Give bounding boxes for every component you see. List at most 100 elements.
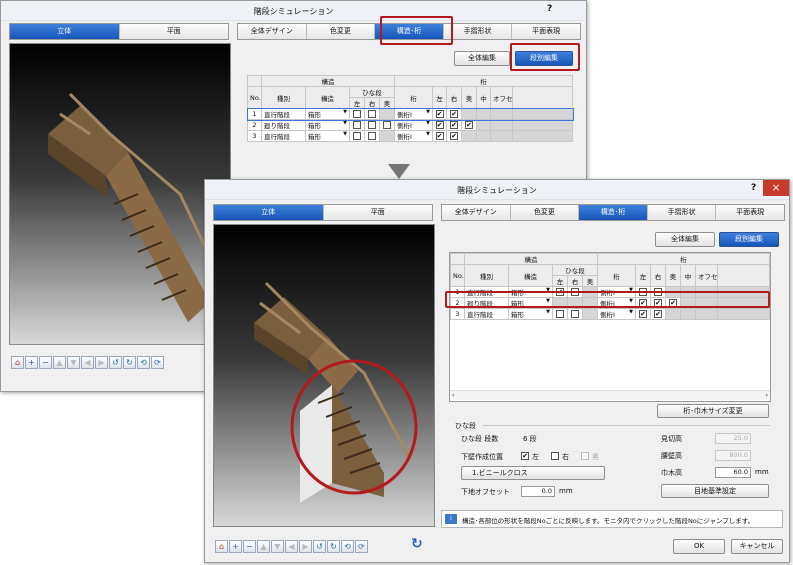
wall-left-checkbox[interactable]: ✔	[521, 452, 529, 460]
back-tab-handrail[interactable]: 手摺形状	[443, 24, 513, 39]
refresh-icon[interactable]: ↻	[411, 536, 423, 552]
checkbox[interactable]	[556, 310, 564, 318]
help-button[interactable]: ?	[751, 183, 756, 193]
back-overall-edit-button[interactable]: 全体編集	[454, 51, 510, 66]
cancel-button[interactable]: キャンセル	[731, 539, 783, 554]
checkbox[interactable]	[353, 121, 361, 129]
stringer-select[interactable]: 側桁I ▼	[394, 108, 434, 120]
horizontal-scrollbar[interactable]: ‹ ›	[450, 390, 770, 400]
overall-edit-button[interactable]: 全体編集	[655, 232, 715, 247]
checkbox[interactable]	[353, 132, 361, 140]
checkbox[interactable]: ✔	[435, 132, 444, 140]
tab-3d[interactable]: 立体	[214, 205, 324, 220]
tab-overall-design[interactable]: 全体デザイン	[442, 205, 511, 220]
back-tab-overall-design[interactable]: 全体デザイン	[238, 24, 307, 39]
tab-plan-expression[interactable]: 平面表現	[716, 205, 784, 220]
rotate-right-icon[interactable]: ↻	[327, 540, 340, 553]
pan-up-icon[interactable]: ▲	[53, 356, 66, 369]
checkbox[interactable]: ✔	[639, 310, 648, 318]
zoom-in-icon[interactable]: +	[229, 540, 242, 553]
tab-color[interactable]: 色変更	[510, 205, 580, 220]
wall-right-checkbox[interactable]	[551, 452, 559, 460]
edit-tabs: 全体デザイン 色変更 構造･桁 手摺形状 平面表現	[441, 204, 785, 221]
koshi-input[interactable]: 800.0	[715, 450, 751, 461]
3d-viewport[interactable]	[213, 224, 435, 527]
rotate-left-icon[interactable]: ↺	[109, 356, 122, 369]
table-row[interactable]: 3 直行階段 箱形 ▼ 側桁I ▼ ✔ ✔	[247, 130, 573, 142]
rotate-up-icon[interactable]: ⟲	[341, 540, 354, 553]
pan-left-icon[interactable]: ◀	[285, 540, 298, 553]
struct-select[interactable]: 箱形 ▼	[508, 308, 553, 320]
tab-structure[interactable]: 構造･桁	[579, 205, 648, 220]
stair-model	[254, 281, 418, 503]
back-help-button[interactable]: ?	[547, 4, 552, 14]
rotate-left-icon[interactable]: ↺	[313, 540, 326, 553]
checkbox[interactable]: ✔	[465, 121, 474, 129]
back-view-tabs: 立体 平面	[9, 23, 229, 40]
material-button[interactable]: 1.ビニールクロス	[461, 466, 605, 480]
wall-back-checkbox[interactable]	[581, 452, 589, 460]
table-row[interactable]: 1 直行階段 箱形 ▼ 側桁I ▼ ✔ ✔	[246, 107, 574, 121]
checkbox[interactable]: ✔	[450, 110, 459, 118]
stringer-select[interactable]: 側桁I ▼	[394, 130, 434, 142]
zoom-out-icon[interactable]: −	[39, 356, 52, 369]
back-tab-plan[interactable]: 平面	[119, 24, 228, 39]
pan-down-icon[interactable]: ▼	[271, 540, 284, 553]
ok-button[interactable]: OK	[673, 539, 725, 554]
pan-right-icon[interactable]: ▶	[95, 356, 108, 369]
checkbox[interactable]	[368, 132, 376, 140]
hina-section-title: ひな段	[455, 422, 476, 430]
zoom-in-icon[interactable]: +	[25, 356, 38, 369]
pan-left-icon[interactable]: ◀	[81, 356, 94, 369]
scroll-left-icon[interactable]: ‹	[452, 391, 454, 400]
stringer-select[interactable]: 側桁I ▼	[597, 308, 637, 320]
checkbox[interactable]: ✔	[435, 110, 444, 118]
zoom-out-icon[interactable]: −	[243, 540, 256, 553]
pan-down-icon[interactable]: ▼	[67, 356, 80, 369]
back-tab-3d[interactable]: 立体	[10, 24, 120, 39]
scroll-right-icon[interactable]: ›	[766, 391, 768, 400]
hina-count-value: 6 段	[523, 435, 537, 443]
stringer-select[interactable]: 側桁I ▼	[394, 119, 434, 131]
back-highlight-per-step	[510, 43, 580, 71]
checkbox[interactable]	[571, 310, 579, 318]
info-bar: i 構造･各部位の形状を階段Noごとに反映します。モニタ内でクリックした階段No…	[441, 510, 783, 528]
checkbox[interactable]: ✔	[435, 121, 444, 129]
back-tab-color[interactable]: 色変更	[306, 24, 376, 39]
ground-setting-button[interactable]: 目地基準設定	[661, 484, 769, 498]
rotate-right-icon[interactable]: ↻	[123, 356, 136, 369]
rotate-down-icon[interactable]: ⟳	[355, 540, 368, 553]
close-button[interactable]: ×	[763, 180, 789, 196]
pan-up-icon[interactable]: ▲	[257, 540, 270, 553]
mikiri-input[interactable]: 25.0	[715, 433, 751, 444]
back-stair-model	[48, 92, 220, 322]
offset-input[interactable]: 0.0	[521, 486, 555, 497]
rotate-down-icon[interactable]: ⟳	[151, 356, 164, 369]
rotate-up-icon[interactable]: ⟲	[137, 356, 150, 369]
checkbox[interactable]	[368, 121, 376, 129]
habaki-input[interactable]: 60.0	[715, 467, 751, 478]
checkbox[interactable]	[368, 110, 376, 118]
checkbox[interactable]: ✔	[450, 132, 459, 140]
table-row[interactable]: 2 廻り階段 箱形 ▼ 側桁I ▼ ✔ ✔ ✔	[247, 119, 573, 131]
info-icon: i	[445, 514, 457, 524]
checkbox[interactable]: ✔	[450, 121, 459, 129]
tab-plan[interactable]: 平面	[323, 205, 432, 220]
struct-select[interactable]: 箱形 ▼	[305, 108, 350, 120]
offset-label: 下地オフセット	[461, 488, 510, 496]
home-icon[interactable]: ⌂	[11, 356, 24, 369]
checkbox[interactable]	[383, 121, 392, 129]
checkbox[interactable]	[353, 110, 361, 118]
pan-right-icon[interactable]: ▶	[299, 540, 312, 553]
per-step-edit-button[interactable]: 段別編集	[719, 232, 779, 247]
tab-handrail[interactable]: 手摺形状	[647, 205, 717, 220]
back-3d-viewport[interactable]	[9, 43, 231, 345]
checkbox[interactable]: ✔	[654, 310, 663, 318]
table-row[interactable]: 3 直行階段 箱形 ▼ 側桁I ▼ ✔ ✔	[450, 308, 770, 320]
wall-position-label: 下壁作成位置	[461, 453, 503, 461]
back-tab-plan-expression[interactable]: 平面表現	[512, 24, 580, 39]
struct-select[interactable]: 箱形 ▼	[305, 119, 350, 131]
home-icon[interactable]: ⌂	[215, 540, 228, 553]
change-size-button[interactable]: 桁･巾木サイズ変更	[657, 404, 769, 418]
struct-select[interactable]: 箱形 ▼	[305, 130, 350, 142]
